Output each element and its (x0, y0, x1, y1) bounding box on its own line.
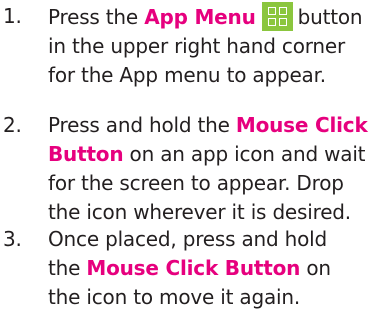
step-number: 1. (3, 4, 22, 28)
step-line: the icon to move it again. (48, 285, 301, 309)
step-text-segment: Press the (48, 5, 145, 29)
step-text: Press and hold the Mouse Click Button on… (48, 111, 380, 227)
step-text-segment: Press and hold the (48, 113, 236, 137)
step-line: in the upper right hand corner (48, 34, 346, 58)
app-menu-label: App Menu (144, 5, 256, 29)
app-menu-grid-icon (261, 2, 293, 31)
step-text-segment: the (48, 256, 87, 280)
mouse-click-button-label: Mouse Click Button (86, 256, 301, 280)
instruction-steps: 1. Press the App Menu button in the upper… (0, 0, 384, 321)
step-text-segment: on (300, 256, 331, 280)
step-line: for the screen to appear. Drop (48, 171, 344, 195)
button-label: Button (48, 142, 124, 166)
step-text-segment: on an app icon and wait (123, 142, 366, 166)
step-line: Press and hold the Mouse Click (48, 111, 380, 140)
step-text-segment: button (297, 5, 363, 29)
step-line: Once placed, press and hold (48, 227, 328, 251)
step-text: Press the App Menu button in the upper ri… (48, 2, 380, 90)
step-line: for the App menu to appear. (48, 63, 326, 87)
mouse-click-label: Mouse Click (235, 113, 368, 137)
step-line: the Mouse Click Button on (48, 254, 380, 283)
step-number: 3. (3, 227, 22, 251)
step-text: Once placed, press and hold the Mouse Cl… (48, 225, 380, 312)
step-line: Button on an app icon and wait (48, 140, 380, 169)
step-number: 2. (3, 113, 22, 137)
step-line: the icon wherever it is desired. (48, 200, 351, 224)
step-line: Press the App Menu button (48, 2, 380, 32)
